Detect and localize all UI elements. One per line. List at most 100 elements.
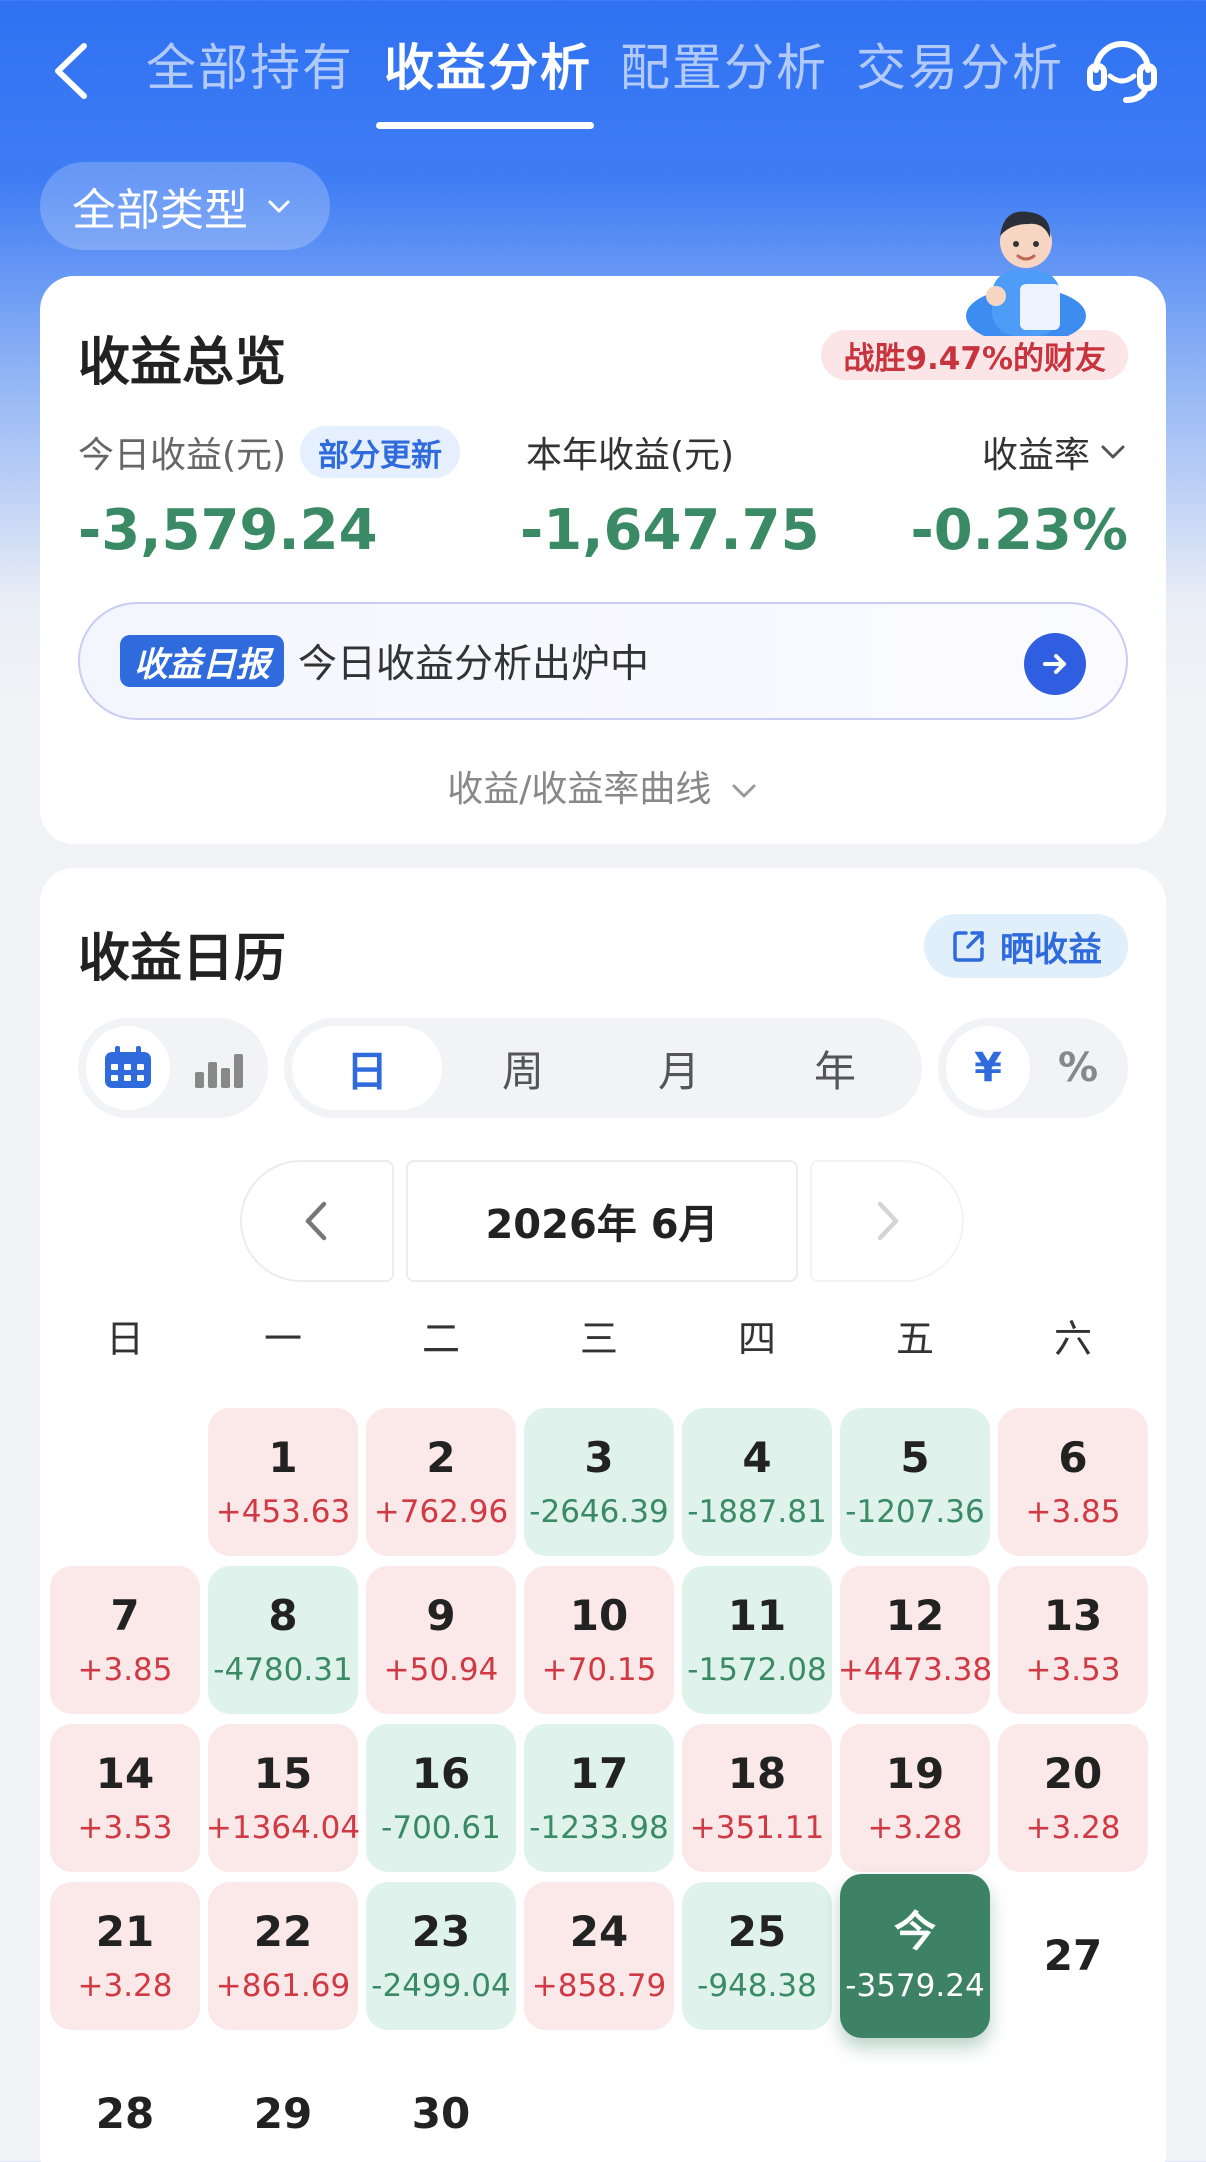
calendar-icon xyxy=(105,1046,151,1088)
day-number: 14 xyxy=(95,1749,155,1798)
day-profit: +453.63 xyxy=(215,1494,351,1530)
calendar-day[interactable]: 24 +858.79 xyxy=(524,1882,674,2030)
day-number: 2 xyxy=(426,1433,456,1482)
calendar-view-button[interactable] xyxy=(86,1026,170,1110)
daily-report-go-button[interactable] xyxy=(1024,633,1086,695)
bar-view-button[interactable] xyxy=(176,1026,260,1110)
unit-amount-tab[interactable]: ¥ xyxy=(946,1026,1030,1110)
period-year-tab[interactable]: 年 xyxy=(760,1026,910,1110)
calendar-day[interactable]: 9 +50.94 xyxy=(366,1566,516,1714)
calendar-day[interactable]: 6 +3.85 xyxy=(998,1408,1148,1556)
customer-service-button[interactable] xyxy=(1086,30,1158,106)
day-number: 今 xyxy=(893,1907,936,1956)
day-number: 8 xyxy=(268,1591,298,1640)
calendar-day[interactable]: 10 +70.15 xyxy=(524,1566,674,1714)
calendar-day[interactable]: 16 -700.61 xyxy=(366,1724,516,1872)
back-button[interactable] xyxy=(44,36,104,106)
calendar-day[interactable]: 11 -1572.08 xyxy=(682,1566,832,1714)
weekday-label: 五 xyxy=(895,1317,934,1361)
period-switch: 日 周 月 年 xyxy=(284,1018,922,1118)
arrow-right-icon xyxy=(1043,654,1066,674)
weekday-label: 日 xyxy=(105,1317,144,1361)
day-number: 16 xyxy=(411,1749,471,1798)
period-day-tab[interactable]: 日 xyxy=(292,1026,442,1110)
calendar-day[interactable]: 12 +4473.38 xyxy=(837,1566,993,1714)
calendar-day[interactable]: 4 -1887.81 xyxy=(682,1408,832,1556)
calendar-day[interactable]: 30 xyxy=(366,2040,516,2162)
day-number: 5 xyxy=(900,1433,930,1482)
calendar-day[interactable]: 21 +3.28 xyxy=(50,1882,200,2030)
overview-title: 收益总览 xyxy=(78,333,287,393)
day-profit: +858.79 xyxy=(531,1968,667,2004)
calendar-day[interactable]: 8 -4780.31 xyxy=(208,1566,358,1714)
day-profit: +861.69 xyxy=(215,1968,351,2004)
day-number: 23 xyxy=(411,1907,471,1956)
calendar-day[interactable]: 18 +351.11 xyxy=(682,1724,832,1872)
chevron-down-icon xyxy=(1101,445,1125,459)
tab-profit-analysis[interactable]: 收益分析 xyxy=(384,28,592,100)
calendar-day[interactable]: 3 -2646.39 xyxy=(524,1408,674,1556)
curve-toggle[interactable]: 收益/收益率曲线 xyxy=(40,760,1166,812)
day-profit: -1887.81 xyxy=(687,1494,827,1530)
calendar-day[interactable]: 25 -948.38 xyxy=(682,1882,832,2030)
day-profit: -3579.24 xyxy=(845,1968,985,2004)
type-filter-dropdown[interactable]: 全部类型 xyxy=(40,162,330,250)
tab-all-holdings[interactable]: 全部持有 xyxy=(146,28,354,100)
day-number: 27 xyxy=(1043,1931,1103,1980)
year-profit-value: -1,647.75 xyxy=(520,498,820,563)
calendar-day[interactable]: 22 +861.69 xyxy=(208,1882,358,2030)
calendar-day[interactable]: 5 -1207.36 xyxy=(840,1408,990,1556)
calendar-day[interactable]: 19 +3.28 xyxy=(840,1724,990,1872)
tab-trade-analysis[interactable]: 交易分析 xyxy=(856,28,1064,100)
today-profit-value: -3,579.24 xyxy=(78,498,378,563)
calendar-day[interactable]: 7 +3.85 xyxy=(50,1566,200,1714)
calendar-day-today[interactable]: 今 -3579.24 xyxy=(840,1874,990,2038)
calendar-day[interactable]: 27 xyxy=(998,1882,1148,2030)
calendar-day[interactable]: 15 +1364.04 xyxy=(206,1724,360,1872)
next-month-button[interactable] xyxy=(810,1160,964,1282)
day-profit: +3.85 xyxy=(1025,1494,1121,1530)
unit-switch: ¥ % xyxy=(938,1018,1128,1118)
calendar-day[interactable]: 1 +453.63 xyxy=(208,1408,358,1556)
day-number: 15 xyxy=(253,1749,313,1798)
weekday-label: 三 xyxy=(579,1317,618,1361)
profit-overview-card: 收益总览 战胜9.47%的财友 今日收益(元) 部分更新 -3,579.24 本… xyxy=(40,276,1166,844)
calendar-day[interactable]: 13 +3.53 xyxy=(998,1566,1148,1714)
daily-report-banner[interactable]: 收益日报 今日收益分析出炉中 xyxy=(78,602,1128,720)
day-profit: -700.61 xyxy=(381,1810,501,1846)
day-number: 19 xyxy=(885,1749,945,1798)
calendar-day[interactable]: 17 -1233.98 xyxy=(524,1724,674,1872)
type-filter-label: 全部类型 xyxy=(72,185,248,236)
share-profit-button[interactable]: 晒收益 xyxy=(924,914,1128,978)
share-icon xyxy=(953,931,984,962)
calendar-day[interactable]: 23 -2499.04 xyxy=(366,1882,516,2030)
day-number: 6 xyxy=(1058,1433,1088,1482)
calendar-day[interactable]: 28 xyxy=(50,2040,200,2162)
day-profit: -948.38 xyxy=(697,1968,817,2004)
day-profit: +3.85 xyxy=(77,1652,173,1688)
calendar-day[interactable]: 20 +3.28 xyxy=(998,1724,1148,1872)
period-month-tab[interactable]: 月 xyxy=(604,1026,754,1110)
tab-allocation-analysis[interactable]: 配置分析 xyxy=(620,28,828,100)
month-navigator: 2026年 6月 xyxy=(240,1160,966,1282)
day-number: 29 xyxy=(253,2089,313,2138)
mascot-illustration xyxy=(956,186,1096,344)
day-number: 22 xyxy=(253,1907,313,1956)
calendar-day[interactable]: 2 +762.96 xyxy=(366,1408,516,1556)
unit-percent-tab[interactable]: % xyxy=(1036,1026,1120,1110)
day-profit: +4473.38 xyxy=(837,1652,993,1688)
calendar-grid: 1 +453.63 2 +762.96 3 -2646.39 4 -1887.81 5 -1207… xyxy=(50,1408,1156,2162)
daily-report-text: 今日收益分析出炉中 xyxy=(298,642,650,687)
day-profit: +762.96 xyxy=(373,1494,509,1530)
day-profit: +3.28 xyxy=(77,1968,173,2004)
calendar-day[interactable]: 14 +3.53 xyxy=(50,1724,200,1872)
partial-update-badge: 部分更新 xyxy=(300,426,460,478)
prev-month-button[interactable] xyxy=(240,1160,394,1282)
calendar-day[interactable]: 29 xyxy=(208,2040,358,2162)
day-profit: -1233.98 xyxy=(529,1810,669,1846)
rate-selector[interactable]: 收益率 xyxy=(982,426,1128,478)
day-number: 7 xyxy=(110,1591,140,1640)
day-number: 1 xyxy=(268,1433,298,1482)
period-week-tab[interactable]: 周 xyxy=(448,1026,598,1110)
chevron-left-icon xyxy=(55,43,87,99)
